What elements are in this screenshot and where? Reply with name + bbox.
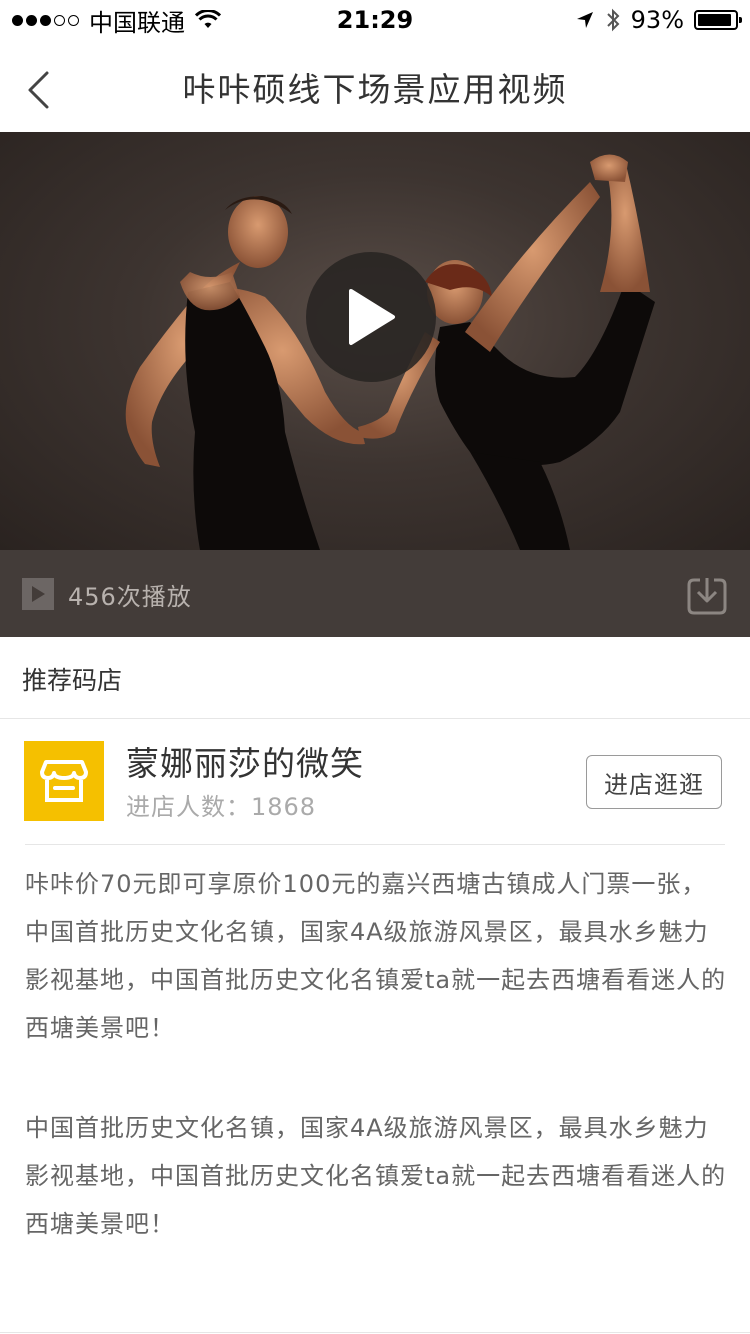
play-button[interactable] — [306, 252, 436, 382]
download-icon — [687, 578, 727, 615]
description-paragraph-1: 咔咔价70元即可享原价100元的嘉兴西塘古镇成人门票一张，中国首批历史文化名镇，… — [25, 870, 727, 1042]
location-arrow-icon — [576, 12, 593, 28]
store-icon — [40, 760, 88, 802]
video-info-bar: 456次播放 — [0, 550, 750, 637]
nav-bar: 咔咔硕线下场景应用视频 — [0, 40, 750, 132]
download-button[interactable] — [686, 574, 728, 616]
play-count-text: 456次播放 — [68, 582, 192, 611]
store-logo[interactable] — [24, 741, 104, 821]
store-visitor-count: 进店人数：1868 — [126, 793, 317, 821]
play-count: 456次播放 — [22, 577, 192, 611]
description-paragraph-2: 中国首批历史文化名镇，国家4A级旅游风景区，最具水乡魅力影视基地，中国首批历史文… — [25, 1114, 727, 1238]
battery-percent: 93% — [630, 6, 684, 34]
dancer-male — [125, 196, 365, 550]
back-button[interactable] — [14, 60, 62, 120]
store-name[interactable]: 蒙娜丽莎的微笑 — [126, 737, 364, 785]
store-divider — [25, 844, 725, 845]
play-count-icon — [22, 578, 54, 610]
video-player[interactable] — [0, 132, 750, 550]
back-chevron-icon — [28, 71, 49, 109]
enter-store-button[interactable]: 进店逛逛 — [586, 755, 722, 809]
section-title-recommend: 推荐码店 — [22, 666, 123, 695]
status-right: 93% — [575, 0, 742, 40]
battery-icon — [694, 10, 742, 30]
bluetooth-icon — [606, 8, 620, 32]
battery-fill — [698, 14, 732, 26]
page-title: 咔咔硕线下场景应用视频 — [182, 70, 568, 109]
status-bar: 中国联通 21:29 93% — [0, 0, 750, 40]
bottom-divider — [0, 1332, 750, 1333]
section-divider — [0, 718, 750, 719]
play-icon — [349, 289, 395, 345]
